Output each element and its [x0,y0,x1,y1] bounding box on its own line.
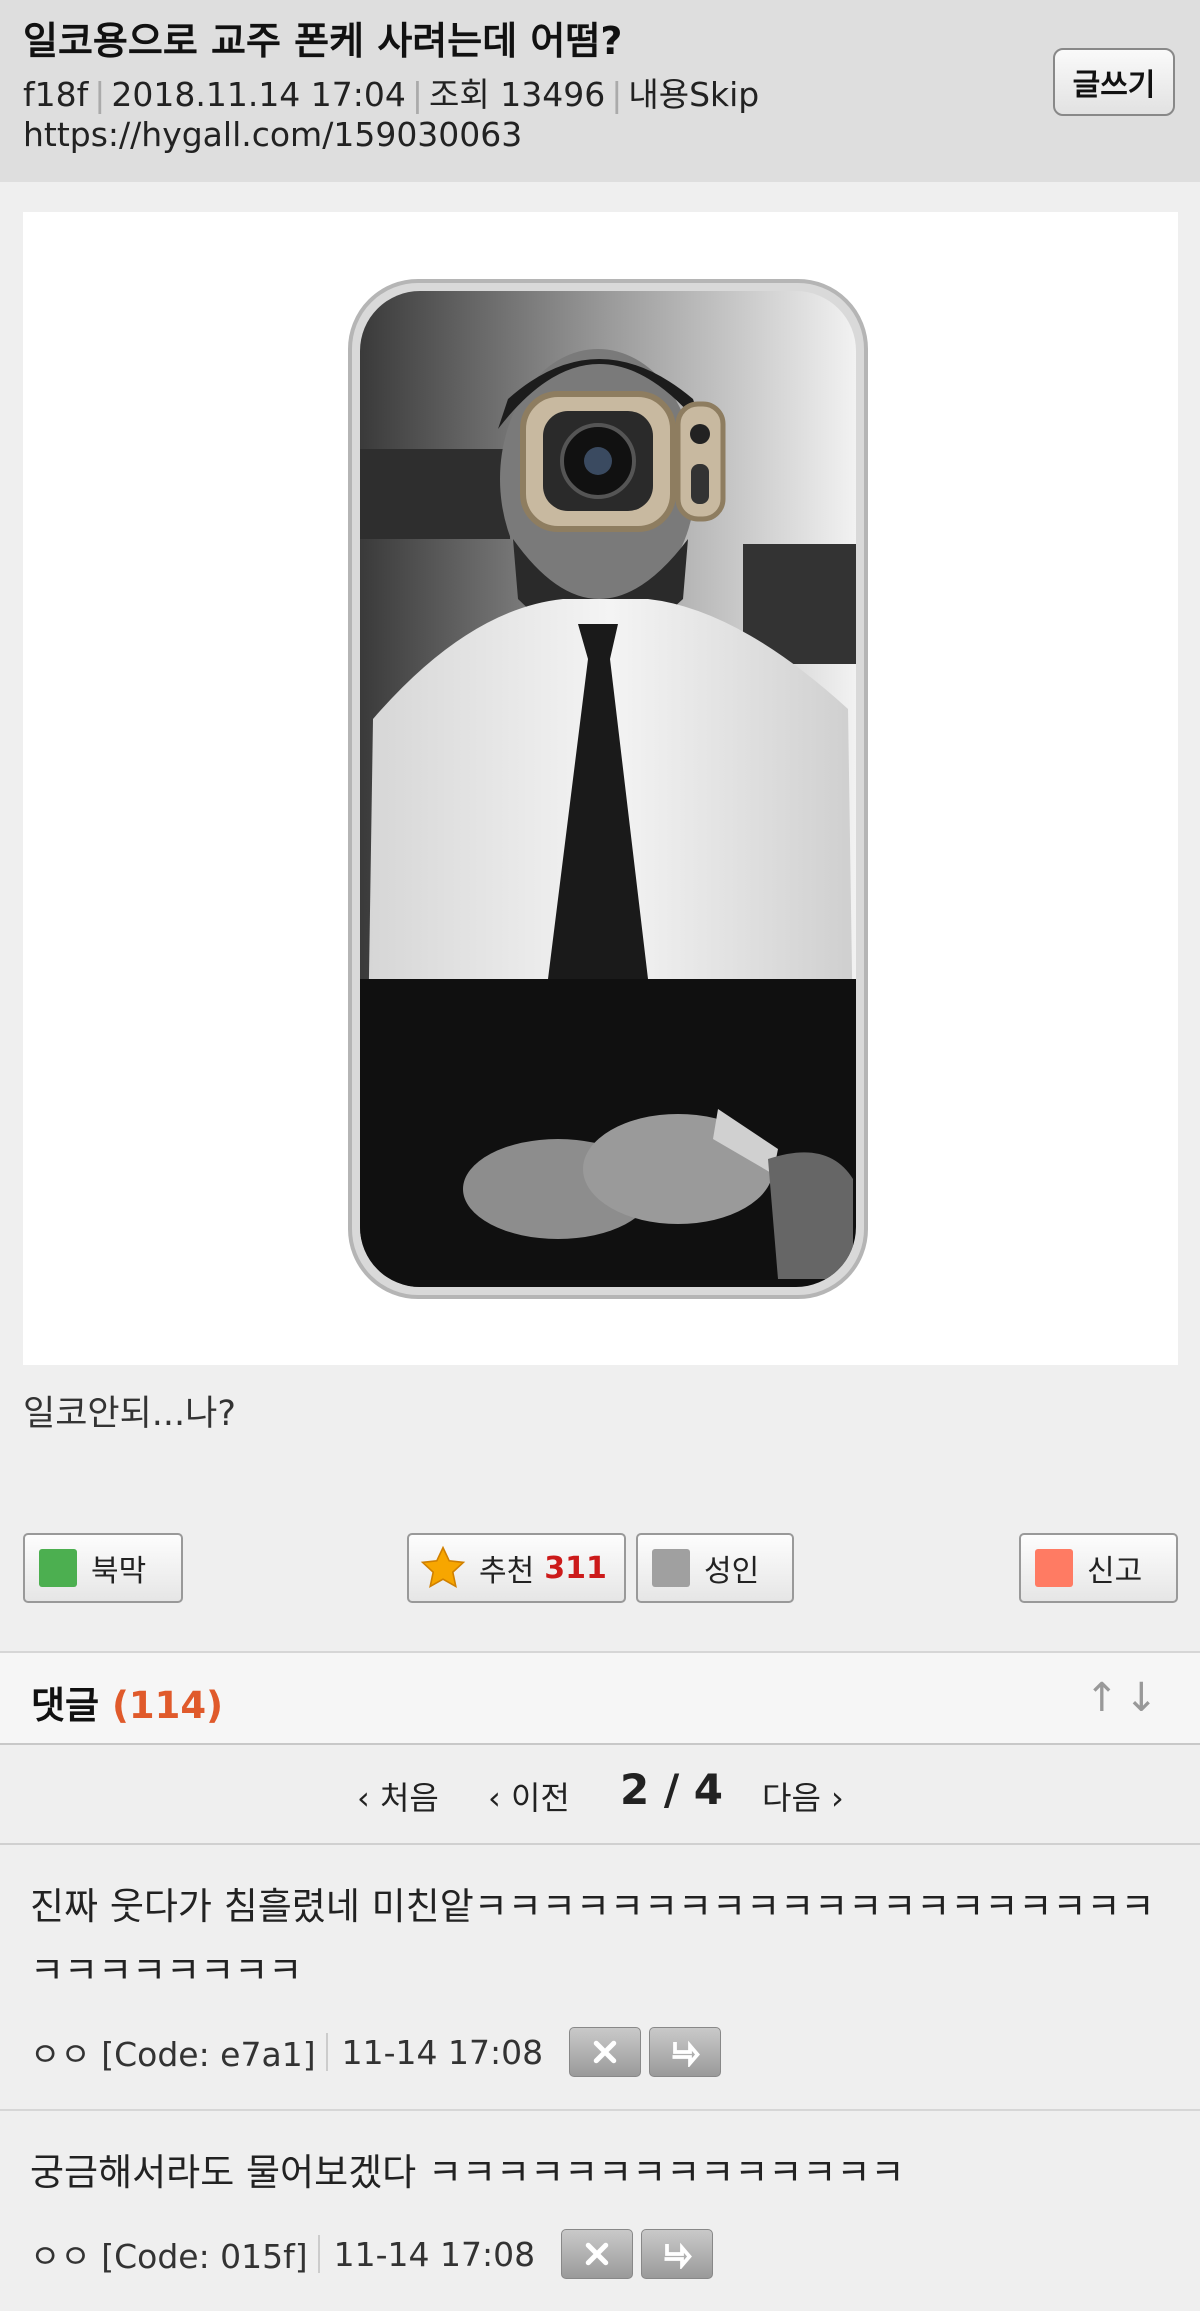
comment-author: ㅇㅇ [Code: 015f] [30,2237,308,2276]
post-url[interactable]: https://hygall.com/159030063 [23,115,522,154]
pager-current: 2 / 4 [620,1765,724,1814]
post-body-text: 일코안되...나? [23,1394,236,1434]
post-author[interactable]: f18f [23,75,88,114]
reply-comment-button[interactable] [641,2229,714,2279]
reply-comment-button[interactable] [649,2027,722,2077]
adult-color-icon [652,1549,690,1587]
recommend-label: 추천 [479,1554,535,1589]
post-title: 일코용으로 교주 폰케 사려는데 어떰? [23,19,623,63]
comments-title: 댓글 (114) [31,1684,224,1727]
recommend-button[interactable]: 추천 311 [407,1533,626,1603]
pager-prev[interactable]: ‹ 이전 [488,1773,570,1819]
comment-time: 11-14 17:08 [341,2032,544,2072]
reply-arrow-icon [664,2242,693,2269]
pager-first[interactable]: ‹ 처음 [357,1773,439,1819]
comment-meta: ㅇㅇ [Code: 015f] 11-14 17:08 [30,2229,714,2279]
comment-author: ㅇㅇ [Code: e7a1] [30,2035,316,2074]
report-button[interactable]: 신고 [1019,1533,1178,1603]
sort-arrows-icon[interactable]: ↑↓ [1085,1675,1164,1721]
comment-text: 진짜 웃다가 침흘렸네 미친앝ㅋㅋㅋㅋㅋㅋㅋㅋㅋㅋㅋㅋㅋㅋㅋㅋㅋㅋㅋㅋㅋㅋㅋㅋㅋ… [30,1885,1155,1992]
post-header: 일코용으로 교주 폰케 사려는데 어떰? f18f | 2018.11.14 17:… [0,0,1200,182]
bookmark-label: 북막 [91,1554,147,1589]
post-views: 조회 13496 [429,75,606,114]
post-image [23,212,1178,1365]
bookmark-color-icon [39,1549,77,1587]
report-color-icon [1035,1549,1073,1587]
delete-comment-button[interactable] [561,2229,634,2279]
comments-count: (114) [111,1684,224,1727]
comments-header: 댓글 (114) ↑↓ [0,1651,1200,1745]
delete-comment-button[interactable] [569,2027,642,2077]
adult-label: 성인 [704,1554,760,1589]
post-meta: f18f | 2018.11.14 17:04 | 조회 13496 | 내용Skip [23,75,760,114]
recommend-count: 311 [544,1550,607,1586]
comment-item: 진짜 웃다가 침흘렸네 미친앝ㅋㅋㅋㅋㅋㅋㅋㅋㅋㅋㅋㅋㅋㅋㅋㅋㅋㅋㅋㅋㅋㅋㅋㅋㅋ… [0,1845,1200,2111]
bookmark-button[interactable]: 북막 [23,1533,183,1603]
phone-case-image [348,279,868,1299]
comment-meta: ㅇㅇ [Code: e7a1] 11-14 17:08 [30,2027,722,2077]
comment-pager: ‹ 처음 ‹ 이전 2 / 4 다음 › [0,1743,1200,1845]
report-label: 신고 [1087,1554,1143,1589]
star-icon [420,1545,466,1588]
pager-next[interactable]: 다음 › [762,1773,844,1819]
post-date: 2018.11.14 17:04 [111,75,406,114]
close-icon [593,2040,617,2064]
comment-time: 11-14 17:08 [333,2234,536,2274]
skip-link[interactable]: 내용Skip [628,75,759,114]
close-icon [585,2242,609,2266]
adult-button[interactable]: 성인 [636,1533,794,1603]
comment-item: 궁금해서라도 물어보겠다 ㅋㅋㅋㅋㅋㅋㅋㅋㅋㅋㅋㅋㅋㅋ ㅇㅇ [Code: 01… [0,2111,1200,2311]
comment-text: 궁금해서라도 물어보겠다 ㅋㅋㅋㅋㅋㅋㅋㅋㅋㅋㅋㅋㅋㅋ [30,2151,905,2194]
write-button[interactable]: 글쓰기 [1053,48,1175,116]
reply-arrow-icon [672,2040,701,2067]
